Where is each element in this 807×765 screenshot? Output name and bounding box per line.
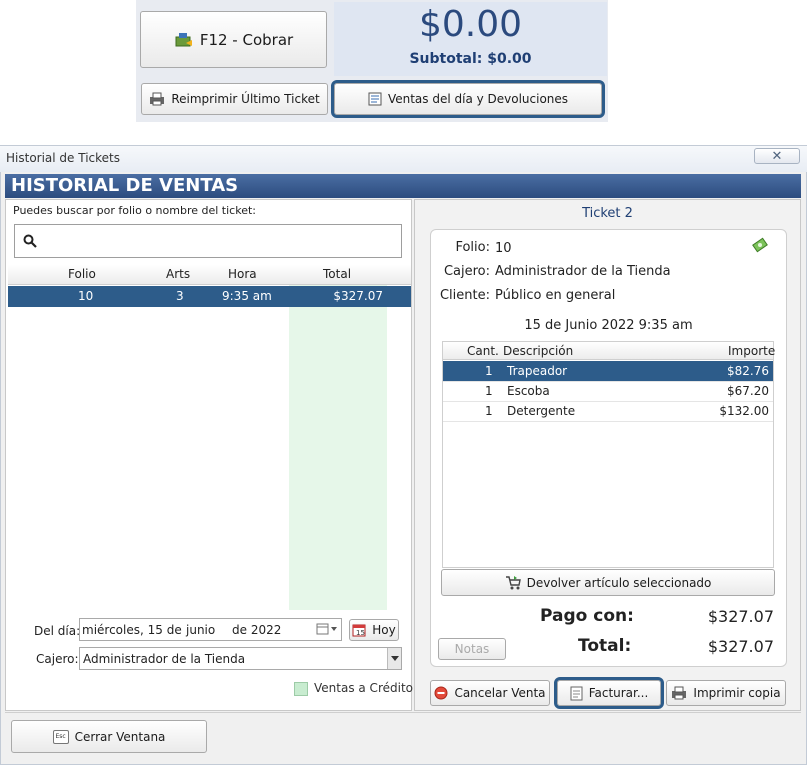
col-descripcion[interactable]: Descripción [503, 344, 573, 358]
item-desc: Detergente [507, 404, 576, 418]
search-icon [23, 234, 37, 251]
col-total[interactable]: Total [323, 267, 351, 281]
notes-label: Notas [454, 642, 490, 656]
charge-button[interactable]: F12 - Cobrar [140, 11, 327, 68]
list-item[interactable]: 1 Trapeador $82.76 [443, 361, 773, 382]
row-hora: 9:35 am [222, 289, 272, 303]
col-folio[interactable]: Folio [68, 267, 96, 281]
close-icon[interactable]: ✕ [754, 148, 800, 164]
print-copy-button[interactable]: Imprimir copia [666, 680, 786, 706]
ticket-total-label: Total: [578, 636, 632, 656]
cashier-label: Cajero: [36, 652, 79, 666]
print-copy-label: Imprimir copia [693, 686, 781, 700]
cancel-icon [434, 686, 448, 700]
return-item-button[interactable]: Devolver artículo seleccionado [441, 569, 775, 596]
item-cant: 1 [485, 364, 493, 378]
folio-label: Folio: [455, 240, 490, 255]
ticket-datetime: 15 de Junio 2022 9:35 am [524, 318, 693, 333]
printer-icon [149, 92, 165, 106]
payment-value: $327.07 [707, 607, 774, 626]
list-item[interactable]: 1 Detergente $132.00 [443, 401, 773, 422]
col-hora[interactable]: Hora [228, 267, 257, 281]
date-month[interactable]: junio [186, 623, 215, 637]
item-importe: $132.00 [719, 404, 769, 418]
calendar-today-icon: 15 [352, 623, 366, 637]
item-desc: Trapeador [507, 364, 568, 378]
tickets-grid-header: Folio Arts Hora Total [8, 265, 411, 285]
invoice-icon [570, 686, 583, 701]
charge-label: F12 - Cobrar [199, 30, 294, 49]
page-title: HISTORIAL DE VENTAS [5, 174, 801, 198]
close-window-label: Cerrar Ventana [74, 729, 166, 744]
sale-subtotal: Subtotal: $0.00 [409, 51, 532, 67]
col-cant[interactable]: Cant. [467, 344, 499, 358]
cart-return-icon [505, 575, 521, 590]
folio-value: 10 [495, 241, 512, 256]
cajero-value: Administrador de la Tienda [495, 264, 671, 279]
money-icon [752, 237, 768, 256]
date-weekday[interactable]: miércoles, 15 de [82, 623, 182, 637]
col-arts[interactable]: Arts [166, 267, 190, 281]
item-importe: $82.76 [727, 364, 769, 378]
today-label: Hoy [372, 623, 396, 637]
item-desc: Escoba [507, 384, 550, 398]
list-item[interactable]: 1 Escoba $67.20 [443, 381, 773, 402]
search-label: Puedes buscar por folio o nombre del tic… [13, 204, 256, 217]
invoice-button[interactable]: Facturar... [554, 677, 664, 709]
printer-icon [671, 686, 687, 700]
payment-label: Pago con: [540, 606, 634, 626]
reprint-label: Reimprimir Último Ticket [171, 92, 320, 106]
return-item-label: Devolver artículo seleccionado [526, 575, 712, 590]
table-row[interactable]: 10 3 9:35 am $327.07 [8, 286, 411, 307]
cashier-select[interactable]: Administrador de la Tienda [79, 647, 402, 670]
credit-column-fill [289, 285, 387, 610]
row-arts: 3 [176, 289, 184, 303]
cash-register-icon [174, 31, 194, 49]
ticket-total-value: $327.07 [707, 637, 774, 656]
window-titlebar [0, 146, 807, 172]
ticket-title: Ticket 2 [582, 206, 633, 221]
sales-returns-button[interactable]: Ventas del día y Devoluciones [331, 80, 605, 118]
date-year[interactable]: de 2022 [232, 623, 281, 637]
cashier-value: Administrador de la Tienda [83, 652, 246, 666]
cliente-label: Cliente: [439, 288, 490, 303]
notes-button[interactable]: Notas [438, 638, 506, 660]
reprint-button[interactable]: Reimprimir Último Ticket [141, 83, 328, 115]
col-importe[interactable]: Importe [728, 344, 775, 358]
date-picker[interactable]: miércoles, 15 de junio de 2022 [79, 618, 342, 641]
item-cant: 1 [485, 384, 493, 398]
cancel-sale-button[interactable]: Cancelar Venta [430, 680, 550, 706]
chevron-down-icon[interactable] [387, 648, 401, 669]
items-grid-header: Cant. Descripción Importe [443, 342, 775, 360]
calendar-icon[interactable] [316, 622, 338, 639]
sale-total: $0.00 [418, 4, 523, 45]
credit-legend-label: Ventas a Crédito [314, 681, 413, 695]
item-cant: 1 [485, 404, 493, 418]
credit-legend-swatch [294, 682, 308, 696]
today-button[interactable]: 15 Hoy [349, 619, 399, 641]
window-title: Historial de Tickets [6, 151, 120, 165]
cliente-value: Público en general [495, 288, 616, 303]
esc-key-icon: Esc [52, 729, 69, 744]
invoice-label: Facturar... [588, 686, 649, 700]
svg-text:15: 15 [356, 629, 365, 637]
sales-returns-label: Ventas del día y Devoluciones [387, 92, 569, 106]
report-icon [368, 92, 382, 106]
row-folio: 10 [78, 289, 94, 303]
row-total: $327.07 [333, 289, 383, 303]
item-importe: $67.20 [727, 384, 769, 398]
close-window-button[interactable]: Esc Cerrar Ventana [11, 720, 207, 753]
day-label: Del día: [34, 624, 81, 638]
cancel-sale-label: Cancelar Venta [454, 686, 546, 700]
cajero-label: Cajero: [443, 264, 490, 279]
search-input[interactable] [14, 224, 402, 258]
